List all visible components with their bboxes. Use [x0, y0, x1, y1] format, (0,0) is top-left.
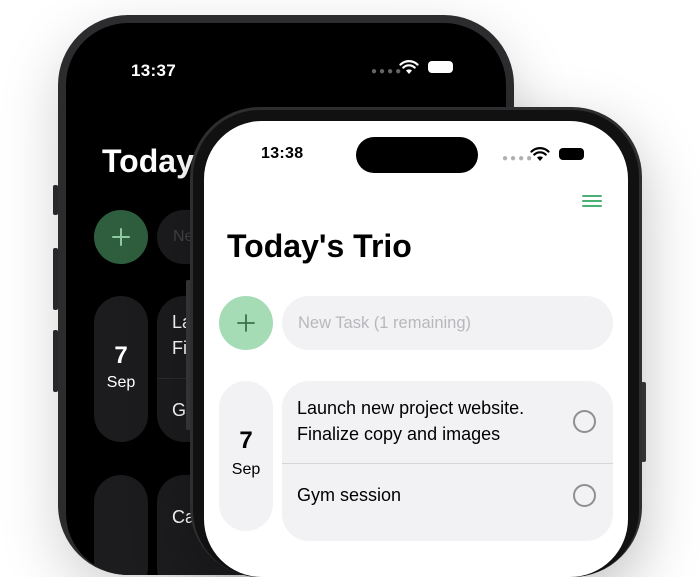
status-time: 13:37 — [131, 61, 176, 80]
day-number: 7 — [239, 427, 253, 454]
menu-icon[interactable] — [582, 195, 602, 207]
task-row[interactable]: Launch new project website. Finalize cop… — [282, 381, 613, 463]
page-title: Today's Trio — [227, 228, 412, 264]
day-number: 7 — [114, 342, 128, 369]
day-pill: 7 Sep — [219, 381, 273, 531]
day-pill: 7 Sep — [94, 296, 148, 442]
dynamic-island — [356, 137, 478, 173]
task-list: Launch new project website. Finalize cop… — [282, 381, 613, 541]
page-title: Today' — [102, 143, 202, 179]
front-phone: 13:38 ●●●● Today's Trio New Task (1 rema… — [190, 107, 642, 577]
day-pill — [94, 475, 148, 575]
plus-icon — [237, 314, 255, 332]
battery-icon — [559, 148, 584, 160]
wifi-icon — [399, 60, 419, 74]
add-task-button[interactable] — [94, 210, 148, 264]
checkbox-icon[interactable] — [573, 484, 596, 507]
day-month: Sep — [106, 374, 136, 391]
task-text: Launch new project website. Finalize cop… — [297, 398, 525, 444]
day-month: Sep — [231, 461, 261, 478]
battery-icon — [428, 61, 453, 73]
new-task-input[interactable]: New Task (1 remaining) — [282, 296, 613, 350]
task-text: Gym session — [297, 485, 402, 505]
checkbox-icon[interactable] — [573, 410, 596, 433]
task-row[interactable]: Gym session — [282, 464, 613, 541]
plus-icon — [112, 228, 130, 246]
add-task-button[interactable] — [219, 296, 273, 350]
status-time: 13:38 — [261, 145, 304, 162]
front-phone-screen: 13:38 ●●●● Today's Trio New Task (1 rema… — [204, 121, 628, 577]
wifi-icon — [530, 147, 550, 161]
